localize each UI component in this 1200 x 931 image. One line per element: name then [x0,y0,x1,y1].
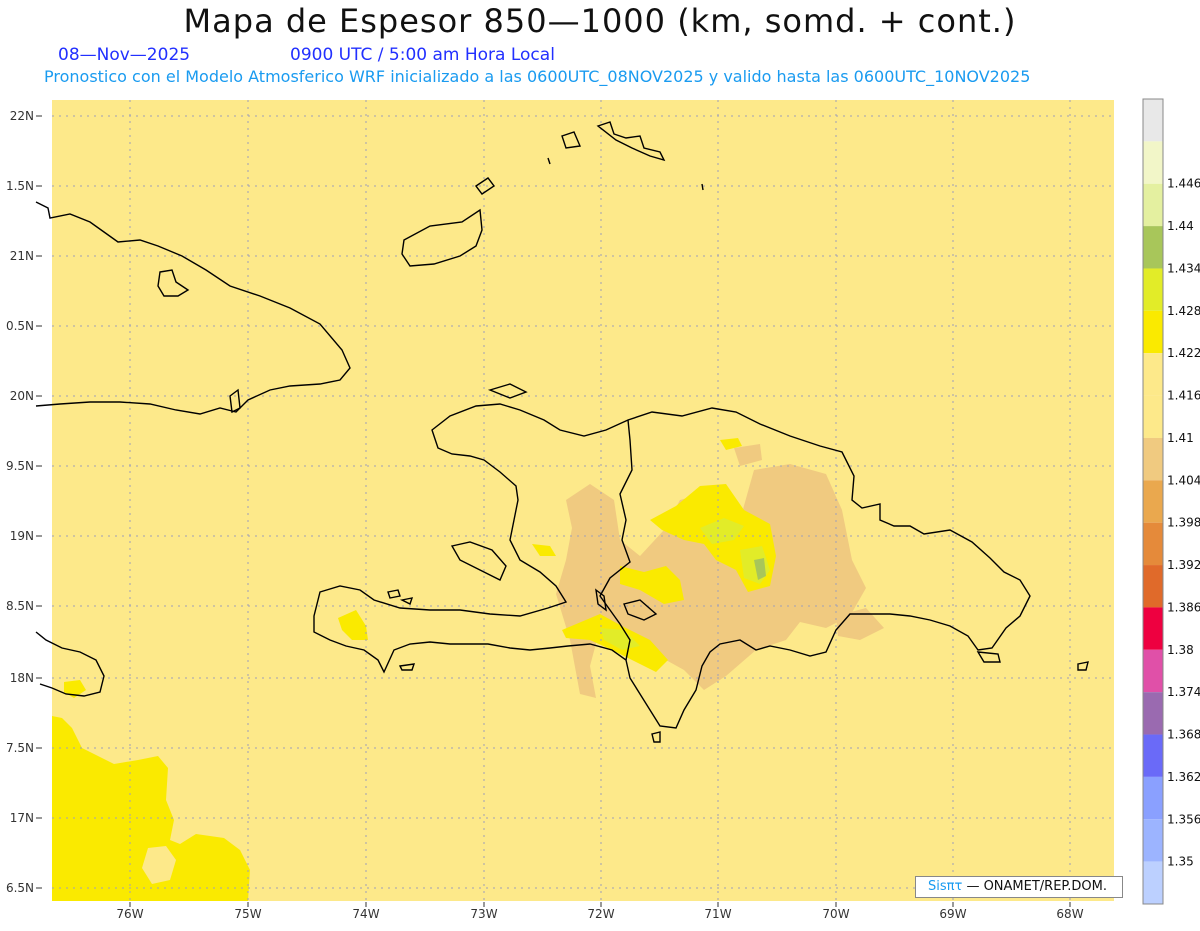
colorbar-label: 1.386 [1167,600,1200,614]
colorbar-label: 1.38 [1167,643,1194,657]
colorbar-swatch [1143,565,1163,608]
lat-label: 0.5N [6,319,34,333]
colorbar-swatch [1143,480,1163,523]
lat-label: 20N [10,389,34,403]
lat-label: 18N [10,671,34,685]
colorbar-swatch [1143,395,1163,438]
lon-label: 76W [116,907,143,921]
colorbar-swatch [1143,141,1163,184]
colorbar-label: 1.362 [1167,770,1200,784]
lat-label: 17N [10,811,34,825]
colorbar-label: 1.422 [1167,346,1200,360]
lon-label: 74W [352,907,379,921]
colorbar-label: 1.446 [1167,177,1200,191]
colorbar-label: 1.35 [1167,855,1194,869]
lat-label: 21N [10,249,34,263]
lon-label: 72W [587,907,614,921]
lat-label: 22N [10,109,34,123]
colorbar-label: 1.392 [1167,558,1200,572]
colorbar-label: 1.44 [1167,219,1194,233]
colorbar-swatch [1143,437,1163,481]
map-panel: 22N 1.5N 21N 0.5N 20N 9.5N 19N 8.5N 18N … [0,0,1200,927]
colorbar-swatch [1143,226,1163,269]
lat-label: 8.5N [6,599,34,613]
colorbar-swatch [1143,819,1163,862]
colorbar-label: 1.416 [1167,389,1200,403]
latitude-ticks [36,115,42,889]
colorbar-label: 1.356 [1167,812,1200,826]
colorbar-label: 1.368 [1167,728,1200,742]
colorbar-swatch [1143,734,1163,777]
longitude-labels: 76W 75W 74W 73W 72W 71W 70W 69W 68W [116,907,1083,921]
colorbar-swatch [1143,776,1163,820]
colorbar-swatch [1143,353,1163,396]
credit-org: — ONAMET/REP.DOM. [966,879,1107,894]
latitude-labels: 22N 1.5N 21N 0.5N 20N 9.5N 19N 8.5N 18N … [6,109,34,895]
lon-label: 71W [704,907,731,921]
colorbar-label: 1.404 [1167,473,1200,487]
credit-box: Sisπτ — ONAMET/REP.DOM. [915,876,1123,898]
lat-label: 1.5N [6,179,34,193]
colorbar-swatch [1143,607,1163,650]
lon-label: 73W [470,907,497,921]
colorbar-label: 1.374 [1167,685,1200,699]
map-svg: 22N 1.5N 21N 0.5N 20N 9.5N 19N 8.5N 18N … [6,98,1200,921]
colorbar-label: 1.41 [1167,431,1194,445]
lat-label: 19N [10,529,34,543]
colorbar-label: 1.398 [1167,516,1200,530]
colorbar-label: 1.434 [1167,261,1200,275]
credit-logo: Sisπτ [928,879,963,894]
colorbar-label: 1.428 [1167,304,1200,318]
lon-label: 70W [822,907,849,921]
colorbar-swatch [1143,268,1163,311]
colorbar-swatch [1143,183,1163,227]
lat-label: 9.5N [6,459,34,473]
lon-label: 68W [1056,907,1083,921]
colorbar-swatch [1143,522,1163,566]
lat-label: 7.5N [6,741,34,755]
colorbar-swatch [1143,310,1163,354]
colorbar: 1.446 1.44 1.434 1.428 1.422 1.416 1.41 1.404 1.… [1142,98,1200,905]
lat-label: 6.5N [6,881,34,895]
colorbar-swatch [1143,99,1163,142]
colorbar-swatch [1143,649,1163,693]
colorbar-swatch [1143,861,1163,904]
colorbar-swatch [1143,692,1163,735]
lon-label: 75W [234,907,261,921]
lon-label: 69W [939,907,966,921]
